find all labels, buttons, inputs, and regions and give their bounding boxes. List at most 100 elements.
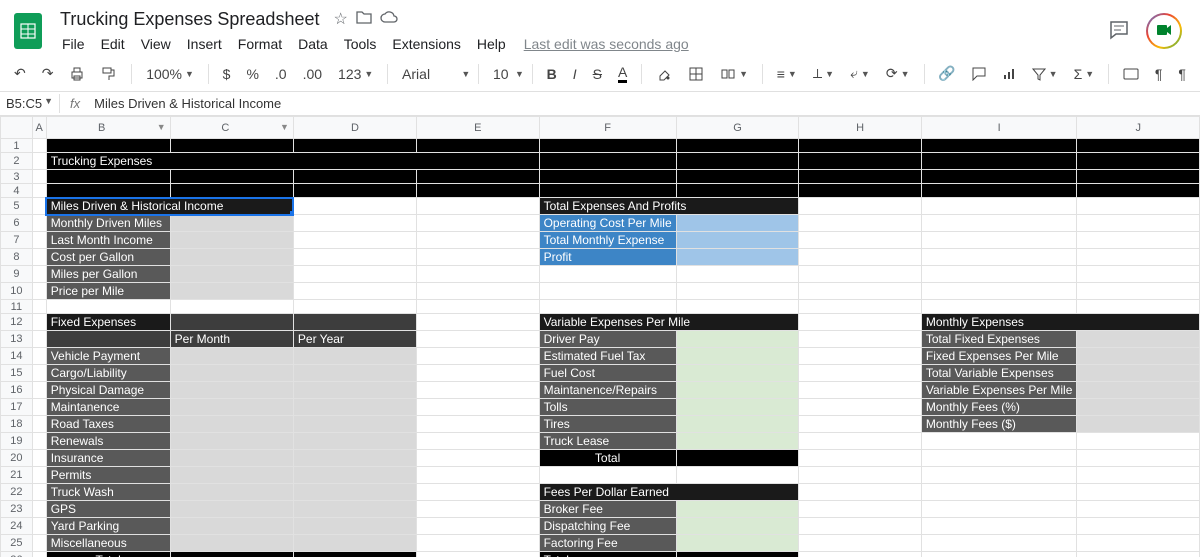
cell-E18[interactable] <box>417 416 540 433</box>
cell-F4[interactable] <box>539 184 676 198</box>
row-header-21[interactable]: 21 <box>1 467 33 484</box>
cell-B2[interactable]: Trucking Expenses <box>46 153 539 170</box>
cell-E16[interactable] <box>417 382 540 399</box>
cell-B1[interactable] <box>46 139 170 153</box>
cell-C26[interactable] <box>170 552 293 557</box>
cell-J5[interactable] <box>1077 198 1200 215</box>
borders-button[interactable] <box>682 62 710 86</box>
cell-G10[interactable] <box>676 283 799 300</box>
cell-E4[interactable] <box>417 184 540 198</box>
cell-J24[interactable] <box>1077 518 1200 535</box>
cell-J15[interactable] <box>1077 365 1200 382</box>
cell-F8[interactable]: Profit <box>539 249 676 266</box>
cell-B9[interactable]: Miles per Gallon <box>46 266 170 283</box>
cell-E8[interactable] <box>417 249 540 266</box>
cell-H7[interactable] <box>799 232 922 249</box>
cell-I10[interactable] <box>921 283 1077 300</box>
cell-I1[interactable] <box>921 139 1077 153</box>
star-icon[interactable]: ☆ <box>333 9 347 29</box>
cell-I11[interactable] <box>921 300 1077 314</box>
font-select[interactable]: Arial <box>396 62 457 86</box>
cell-E9[interactable] <box>417 266 540 283</box>
row-header-2[interactable]: 2 <box>1 153 33 170</box>
cell-C4[interactable] <box>170 184 293 198</box>
cell-C8[interactable] <box>170 249 293 266</box>
row-header-3[interactable]: 3 <box>1 170 33 184</box>
cell-A8[interactable] <box>32 249 46 266</box>
cell-G3[interactable] <box>676 170 799 184</box>
cell-E22[interactable] <box>417 484 540 501</box>
row-header-10[interactable]: 10 <box>1 283 33 300</box>
cell-A1[interactable] <box>32 139 46 153</box>
cell-G11[interactable] <box>676 300 799 314</box>
cell-J2[interactable] <box>1077 153 1200 170</box>
row-header-12[interactable]: 12 <box>1 314 33 331</box>
cell-D11[interactable] <box>293 300 416 314</box>
cell-I13[interactable]: Total Fixed Expenses <box>921 331 1077 348</box>
row-header-9[interactable]: 9 <box>1 266 33 283</box>
cell-D7[interactable] <box>293 232 416 249</box>
cell-G1[interactable] <box>676 139 799 153</box>
row-header-22[interactable]: 22 <box>1 484 33 501</box>
cell-F5[interactable]: Total Expenses And Profits <box>539 198 799 215</box>
cell-I14[interactable]: Fixed Expenses Per Mile <box>921 348 1077 365</box>
cell-A6[interactable] <box>32 215 46 232</box>
cell-I19[interactable] <box>921 433 1077 450</box>
cell-A18[interactable] <box>32 416 46 433</box>
fill-color-button[interactable] <box>650 62 678 86</box>
cell-J7[interactable] <box>1077 232 1200 249</box>
cell-F22[interactable]: Fees Per Dollar Earned <box>539 484 799 501</box>
cell-C9[interactable] <box>170 266 293 283</box>
formula-input[interactable]: Miles Driven & Historical Income <box>90 94 1200 113</box>
select-all-cell[interactable] <box>1 117 33 139</box>
cell-G7[interactable] <box>676 232 799 249</box>
cell-D20[interactable] <box>293 450 416 467</box>
cell-I24[interactable] <box>921 518 1077 535</box>
cell-F16[interactable]: Maintanence/Repairs <box>539 382 676 399</box>
cell-C21[interactable] <box>170 467 293 484</box>
row-header-19[interactable]: 19 <box>1 433 33 450</box>
cell-H6[interactable] <box>799 215 922 232</box>
column-header-B[interactable]: B▼ <box>46 117 170 139</box>
cell-I21[interactable] <box>921 467 1077 484</box>
name-box[interactable]: B5:C5 ▼ <box>0 94 60 113</box>
wrap-button[interactable]: ⤶▼ <box>844 61 876 86</box>
undo-button[interactable]: ↶ <box>8 61 32 86</box>
cell-J19[interactable] <box>1077 433 1200 450</box>
cell-I17[interactable]: Monthly Fees (%) <box>921 399 1077 416</box>
column-header-H[interactable]: H <box>799 117 922 139</box>
cell-J1[interactable] <box>1077 139 1200 153</box>
cell-F13[interactable]: Driver Pay <box>539 331 676 348</box>
cell-G8[interactable] <box>676 249 799 266</box>
cell-H2[interactable] <box>799 153 922 170</box>
cell-E19[interactable] <box>417 433 540 450</box>
cell-A11[interactable] <box>32 300 46 314</box>
cell-D17[interactable] <box>293 399 416 416</box>
cell-H14[interactable] <box>799 348 922 365</box>
cell-B21[interactable]: Permits <box>46 467 170 484</box>
cell-A3[interactable] <box>32 170 46 184</box>
cell-F25[interactable]: Factoring Fee <box>539 535 676 552</box>
cell-B20[interactable]: Insurance <box>46 450 170 467</box>
cell-A5[interactable] <box>32 198 46 215</box>
cell-D23[interactable] <box>293 501 416 518</box>
format-currency[interactable]: $ <box>217 62 237 86</box>
cell-D21[interactable] <box>293 467 416 484</box>
cell-B19[interactable]: Renewals <box>46 433 170 450</box>
cell-G19[interactable] <box>676 433 799 450</box>
cell-E26[interactable] <box>417 552 540 557</box>
menu-tools[interactable]: Tools <box>336 33 385 55</box>
cell-G9[interactable] <box>676 266 799 283</box>
cell-F3[interactable] <box>539 170 676 184</box>
cell-I25[interactable] <box>921 535 1077 552</box>
cell-D19[interactable] <box>293 433 416 450</box>
cell-E20[interactable] <box>417 450 540 467</box>
cell-C17[interactable] <box>170 399 293 416</box>
cell-A14[interactable] <box>32 348 46 365</box>
cell-A23[interactable] <box>32 501 46 518</box>
cell-A2[interactable] <box>32 153 46 170</box>
cell-G25[interactable] <box>676 535 799 552</box>
column-header-A[interactable]: A <box>32 117 46 139</box>
cell-I22[interactable] <box>921 484 1077 501</box>
cell-A20[interactable] <box>32 450 46 467</box>
